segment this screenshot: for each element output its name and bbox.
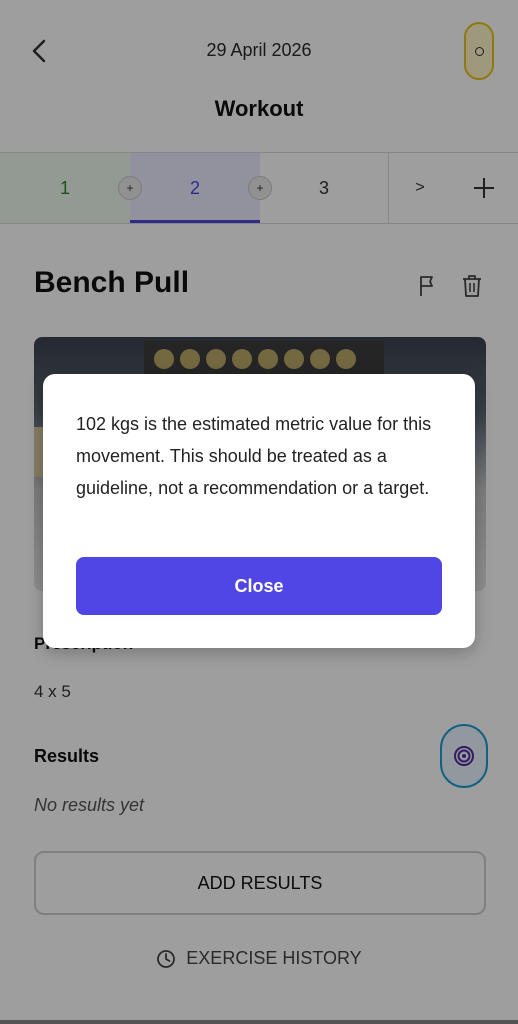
system-nav-bar <box>0 1020 518 1024</box>
close-button[interactable]: Close <box>76 557 442 615</box>
dialog-message: 102 kgs is the estimated metric value fo… <box>76 414 432 498</box>
workout-page: 29 April 2026 Workout 1 2 3 > + + Bench … <box>0 0 518 1024</box>
estimate-dialog: 102 kgs is the estimated metric value fo… <box>43 374 475 648</box>
